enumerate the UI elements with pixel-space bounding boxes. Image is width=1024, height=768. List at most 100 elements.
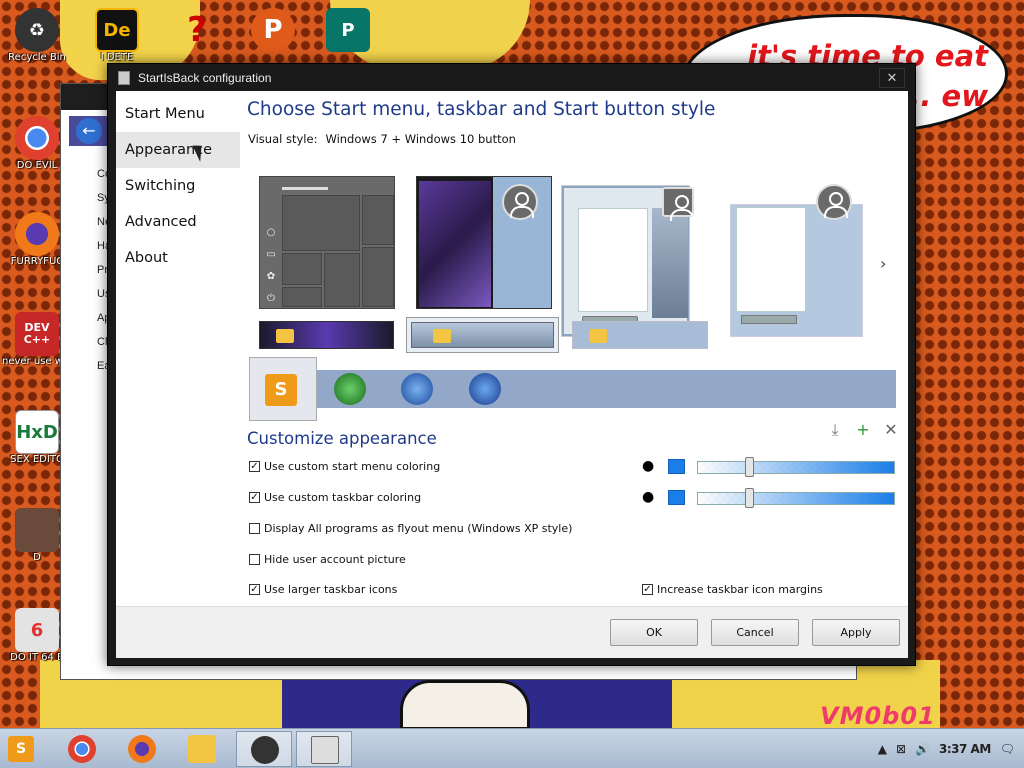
notifications-icon[interactable]: 🗨 [1000,742,1015,756]
nav-item-switching[interactable]: Switching [116,168,240,204]
taskbar-preview [411,322,554,348]
increase-icon-margins-option[interactable]: ✓ Increase taskbar icon margins [642,583,823,596]
desktop-icon-p[interactable]: P [238,8,308,52]
taskbar-opacity-thumb[interactable] [745,488,754,508]
taskbar-opacity-slider[interactable] [697,492,895,505]
dialog-title: StartIsBack configuration [138,70,272,85]
chevron-right-icon[interactable]: › [880,254,886,273]
desktop-icon-publisher[interactable]: P [313,8,383,52]
start-button-custom-icon[interactable]: S [265,374,297,406]
start-button-clover-icon[interactable] [334,373,366,405]
volume-icon[interactable]: 🔊 [915,742,930,756]
preview-search-box [741,315,797,324]
checkbox-checked[interactable]: ✓ [642,584,653,595]
settings-nav: Start Menu Appearance Switching Advanced… [116,96,240,276]
tray-overflow-icon[interactable]: ▲ [878,742,887,756]
portrait-icon [15,508,59,552]
firefox-icon [15,212,59,256]
folder-icon [276,329,294,343]
preview-tile [282,195,360,251]
apply-button[interactable]: Apply [812,619,900,646]
preview-tile [324,253,360,307]
option-label: Use larger taskbar icons [264,583,398,596]
taskbar-button-game[interactable] [236,731,292,767]
power-icon: ⏻ [267,293,275,304]
wallpaper-figure [400,680,530,730]
preview-side-panel [652,208,688,318]
nav-item-about[interactable]: About [116,240,240,276]
checkbox-unchecked[interactable] [249,554,260,565]
taskbar-style-aero-selected[interactable] [406,317,559,353]
remove-icon[interactable]: ✕ [884,420,898,440]
add-icon[interactable]: + [856,420,870,440]
start-menu-color-swatch[interactable] [668,459,685,474]
custom-start-menu-coloring-option[interactable]: ✓ Use custom start menu coloring [249,460,440,473]
start-button-icon[interactable]: S [8,736,34,762]
preview-tile [362,247,394,307]
taskbar-button-chrome[interactable] [54,731,110,767]
file-explorer-icon [188,735,216,763]
custom-taskbar-coloring-option[interactable]: ✓ Use custom taskbar coloring [249,491,421,504]
option-label: Increase taskbar icon margins [657,583,823,596]
de-icon: De [95,8,139,52]
start-menu-style-windows10[interactable]: ○ ▭ ✿ ⏻ [259,176,395,309]
p-icon: P [251,8,295,52]
config-icon [311,736,339,764]
startisback-config-dialog: StartIsBack configuration ✕ Start Menu A… [107,63,916,666]
devcpp-icon: DEV C++ [15,312,59,356]
start-menu-opacity-thumb[interactable] [745,457,754,477]
gear-icon: ✿ [266,271,276,282]
close-button[interactable]: ✕ [879,68,905,88]
wallpaper-watermark: VM0b01 [820,702,936,730]
option-label: Use custom taskbar coloring [264,491,422,504]
folder-icon [433,329,451,343]
taskbar-style-dark[interactable] [259,321,394,349]
preview-program-list [736,207,806,312]
desktop-icon-recycle-bin[interactable]: ♻ Recycle Bin [2,8,72,64]
user-avatar-icon [662,187,694,221]
appearance-content: Choose Start menu, taskbar and Start but… [247,91,908,658]
checkbox-checked[interactable]: ✓ [249,461,260,472]
nav-item-advanced[interactable]: Advanced [116,204,240,240]
taskbar-style-light[interactable] [572,321,708,349]
desktop-icon-de[interactable]: De I DETE [82,8,152,64]
visual-style-row: Visual style: Windows 7 + Windows 10 butt… [248,132,516,146]
flyout-menu-option[interactable]: Display All programs as flyout menu (Win… [249,522,572,535]
preview-artwork [419,181,491,307]
larger-taskbar-icons-option[interactable]: ✓ Use larger taskbar icons [249,583,397,596]
back-button[interactable]: ← [69,116,109,146]
dialog-titlebar[interactable]: StartIsBack configuration [108,64,915,91]
hxd-icon: HxD [15,410,59,454]
start-button-windows-orb-icon[interactable] [469,373,501,405]
taskbar-button-startisback-config[interactable] [296,731,352,767]
taskbar: S ▲ ⊠ 🔊 3:37 AM 🗨 [0,728,1024,768]
user-avatar-icon [502,184,538,220]
red-q-icon: ? [187,10,207,50]
desktop-icon-red-q[interactable]: ? [162,8,232,52]
startisback-app-icon [118,70,130,85]
nav-item-appearance[interactable]: Appearance [116,132,240,168]
network-icon[interactable]: ⊠ [896,742,906,756]
app-icon: 6 [15,608,59,652]
opacity-drop-icon: ● [642,458,655,474]
start-menu-opacity-slider[interactable] [697,461,895,474]
start-button-windows7-icon[interactable] [401,373,433,405]
visual-style-value: Windows 7 + Windows 10 button [325,132,516,146]
ok-button[interactable]: OK [610,619,698,646]
checkbox-checked[interactable]: ✓ [249,492,260,503]
customize-heading: Customize appearance [247,429,437,448]
taskbar-color-swatch[interactable] [668,490,685,505]
clock[interactable]: 3:37 AM [939,742,991,756]
checkbox-unchecked[interactable] [249,523,260,534]
preview-tile [282,253,322,285]
start-menu-style-windows7-plain[interactable] [730,204,863,337]
visual-style-label: Visual style: [248,132,318,146]
download-icon[interactable]: ⤓ [828,420,842,440]
cancel-button[interactable]: Cancel [711,619,799,646]
taskbar-button-firefox[interactable] [114,731,170,767]
hide-user-picture-option[interactable]: Hide user account picture [249,553,406,566]
taskbar-button-file-explorer[interactable] [174,731,230,767]
checkbox-checked[interactable]: ✓ [249,584,260,595]
publisher-icon: P [326,8,370,52]
nav-item-start-menu[interactable]: Start Menu [116,96,240,132]
